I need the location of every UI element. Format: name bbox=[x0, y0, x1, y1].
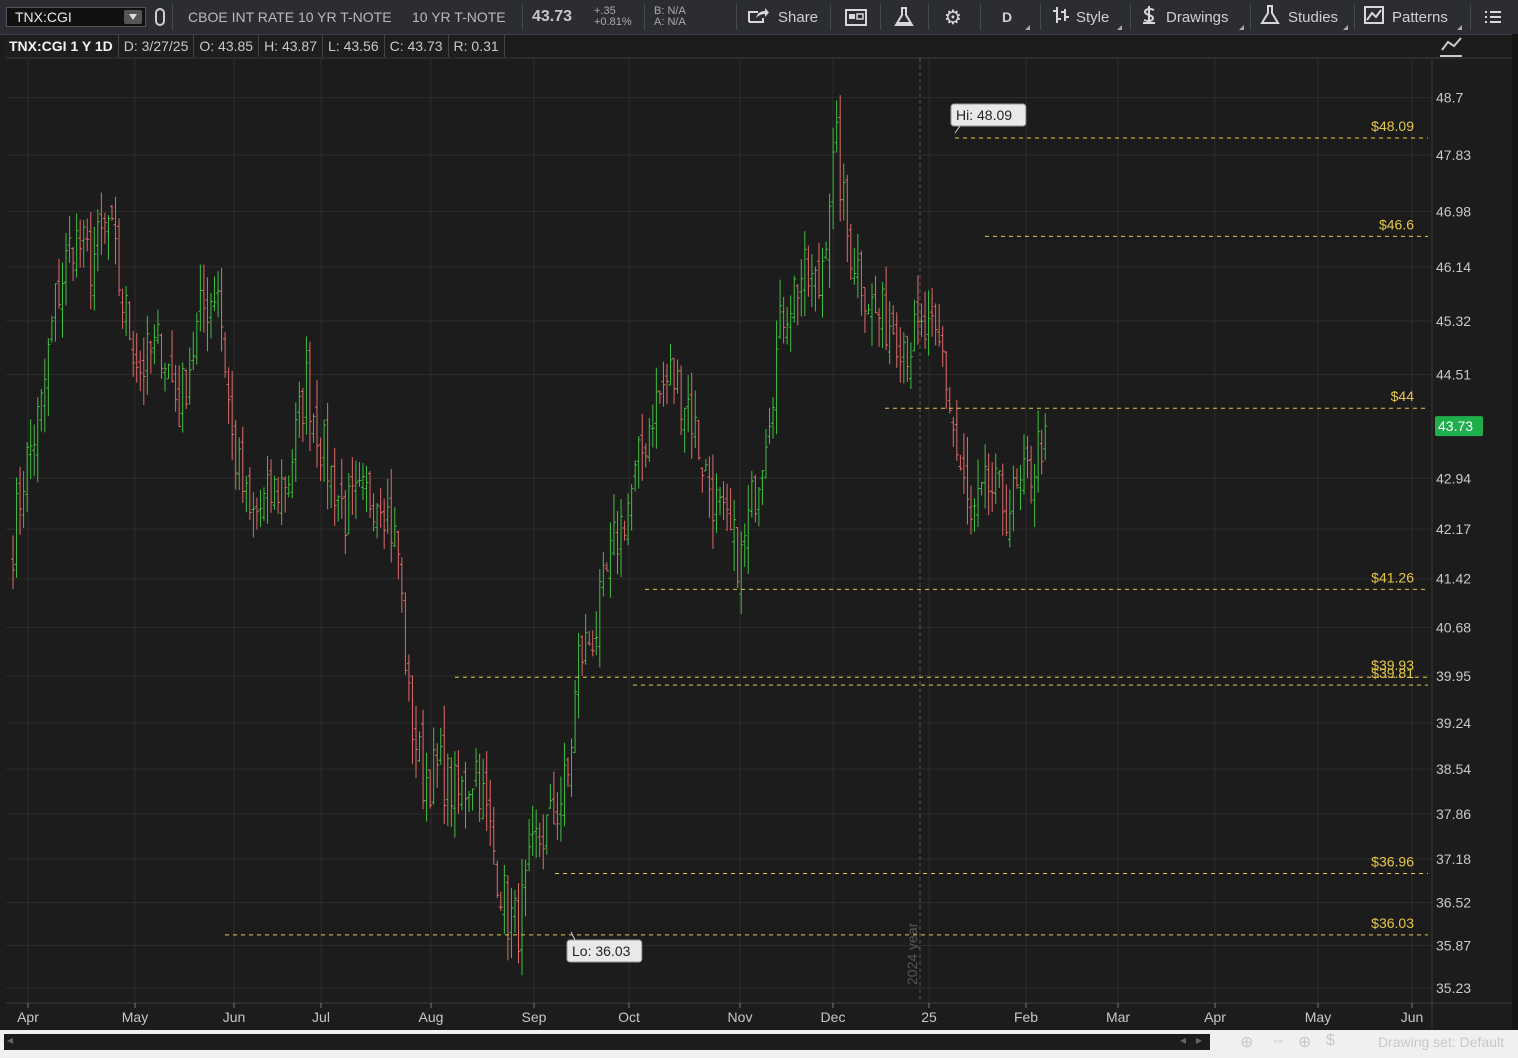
y-tick-label: 42.17 bbox=[1436, 521, 1471, 537]
price-level-label: $39.81 bbox=[1371, 665, 1414, 681]
y-tick-label: 41.42 bbox=[1436, 571, 1471, 587]
y-tick-label: 46.14 bbox=[1436, 259, 1471, 275]
right-edge bbox=[1512, 34, 1518, 1030]
scroll-left-small-icon[interactable]: ◂ bbox=[1180, 1033, 1186, 1047]
price-level-label: $36.96 bbox=[1371, 853, 1414, 869]
x-tick-label: Apr bbox=[17, 1009, 39, 1025]
y-tick-label: 45.32 bbox=[1436, 313, 1471, 329]
x-tick-label: Nov bbox=[728, 1009, 753, 1025]
horizontal-scrollbar[interactable] bbox=[4, 1034, 1210, 1050]
y-tick-label: 46.98 bbox=[1436, 203, 1471, 219]
x-tick-label: Feb bbox=[1014, 1009, 1038, 1025]
last-price-tag-label: 43.73 bbox=[1438, 418, 1473, 434]
x-tick-label: Jun bbox=[1401, 1009, 1424, 1025]
x-tick-label: Oct bbox=[618, 1009, 640, 1025]
x-tick-label: Aug bbox=[419, 1009, 444, 1025]
y-tick-label: 35.23 bbox=[1436, 980, 1471, 996]
drawing-set-label[interactable]: Drawing set: Default bbox=[1378, 1034, 1504, 1050]
y-tick-label: 44.51 bbox=[1436, 367, 1471, 383]
y-tick-label: 38.54 bbox=[1436, 761, 1471, 777]
scroll-right-icon[interactable]: ▸ bbox=[1196, 1033, 1202, 1047]
scroll-left-icon[interactable]: ◂ bbox=[7, 1033, 13, 1047]
crosshair-icon[interactable]: ⊕ bbox=[1298, 1032, 1311, 1052]
info-open: O: 43.85 bbox=[194, 35, 260, 57]
x-tick-label: Jun bbox=[223, 1009, 246, 1025]
price-level-label: $46.6 bbox=[1379, 216, 1414, 232]
year-marker: 2024 year bbox=[904, 922, 920, 985]
chart-title: TNX:CGI 1 Y 1D bbox=[4, 35, 119, 57]
price-level-label: $44 bbox=[1391, 388, 1415, 404]
y-tick-label: 37.18 bbox=[1436, 851, 1471, 867]
x-tick-label: Apr bbox=[1204, 1009, 1226, 1025]
y-tick-label: 39.24 bbox=[1436, 715, 1471, 731]
x-tick-label: Jul bbox=[312, 1009, 330, 1025]
price-level-label: $36.03 bbox=[1371, 915, 1414, 931]
zoom-icon[interactable]: ⊕ bbox=[1240, 1032, 1253, 1052]
y-tick-label: 36.52 bbox=[1436, 895, 1471, 911]
y-tick-label: 40.68 bbox=[1436, 620, 1471, 636]
x-tick-label: May bbox=[122, 1009, 148, 1025]
hi-label: Hi: 48.09 bbox=[956, 107, 1012, 123]
price-icon[interactable]: $ bbox=[1326, 1032, 1335, 1050]
x-tick-label: May bbox=[1305, 1009, 1331, 1025]
x-tick-label: Dec bbox=[821, 1009, 846, 1025]
pan-icon[interactable]: ⇔ bbox=[1270, 1032, 1286, 1050]
x-tick-label: Sep bbox=[522, 1009, 547, 1025]
plot-area bbox=[6, 58, 1432, 1003]
info-low: L: 43.56 bbox=[323, 35, 385, 57]
lo-label: Lo: 36.03 bbox=[572, 943, 631, 959]
info-close: C: 43.73 bbox=[384, 35, 449, 57]
ohlc-info-strip: TNX:CGI 1 Y 1D D: 3/27/25 O: 43.85 H: 43… bbox=[4, 35, 505, 57]
y-tick-label: 37.86 bbox=[1436, 806, 1471, 822]
chart-settings-icon[interactable] bbox=[1440, 37, 1462, 57]
y-tick-label: 42.94 bbox=[1436, 470, 1471, 486]
x-tick-label: Mar bbox=[1106, 1009, 1130, 1025]
x-tick-label: 25 bbox=[921, 1009, 937, 1025]
info-high: H: 43.87 bbox=[259, 35, 323, 57]
info-date: D: 3/27/25 bbox=[118, 35, 195, 57]
y-tick-label: 47.83 bbox=[1436, 147, 1471, 163]
info-range: R: 0.31 bbox=[448, 35, 505, 57]
y-tick-label: 48.7 bbox=[1436, 90, 1463, 106]
price-level-label: $41.26 bbox=[1371, 569, 1414, 585]
y-tick-label: 39.95 bbox=[1436, 668, 1471, 684]
price-level-label: $48.09 bbox=[1371, 118, 1414, 134]
y-tick-label: 35.87 bbox=[1436, 938, 1471, 954]
price-chart[interactable]: 48.7 47.83 46.98 46.14 45.32 44.51 42.94 42.17 4… bbox=[0, 0, 1518, 1030]
